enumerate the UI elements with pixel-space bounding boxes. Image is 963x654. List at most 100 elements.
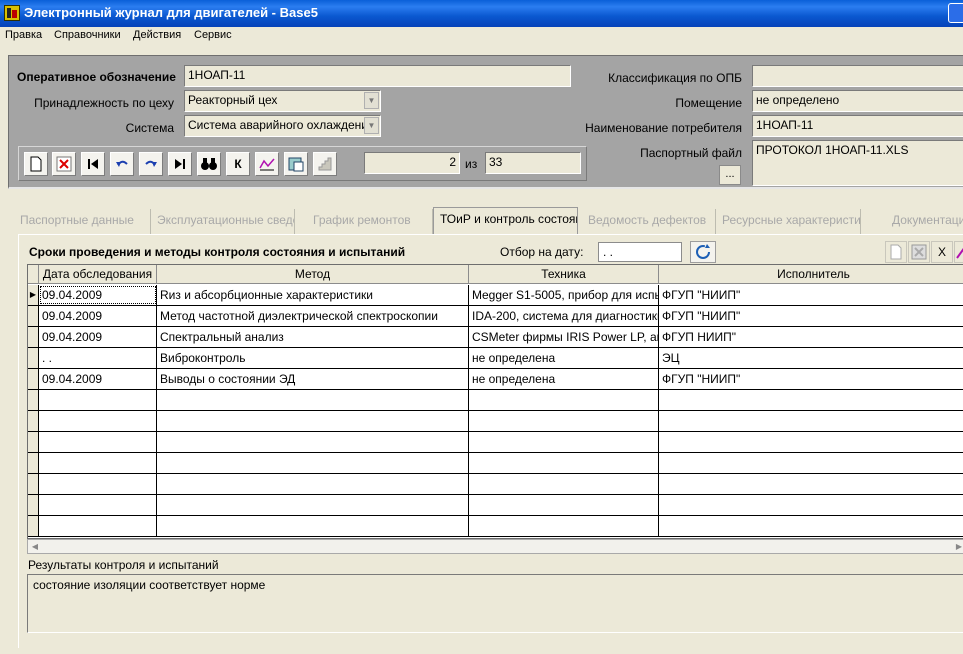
report-icon[interactable]: [284, 152, 308, 176]
new-row-icon[interactable]: [885, 241, 907, 263]
column-header-date[interactable]: Дата обследования: [39, 265, 157, 284]
k-button[interactable]: К: [226, 152, 250, 176]
table-cell[interactable]: 09.04.2009: [39, 285, 157, 305]
table-cell[interactable]: Виброконтроль: [157, 348, 469, 368]
table-cell[interactable]: Rиз и абсорбционные характеристики: [157, 285, 469, 305]
table-cell[interactable]: [39, 390, 157, 410]
menu-service[interactable]: Сервис: [194, 29, 232, 41]
table-cell[interactable]: [659, 453, 963, 473]
table-cell[interactable]: Спектральный анализ: [157, 327, 469, 347]
chart-icon[interactable]: [255, 152, 279, 176]
chevron-down-icon[interactable]: ▼: [364, 117, 379, 134]
row-indicator[interactable]: [28, 516, 39, 536]
menu-references[interactable]: Справочники: [54, 29, 121, 41]
room-field[interactable]: не определено: [752, 90, 963, 112]
table-cell[interactable]: Megger S1-5005, прибор для испытаний: [469, 285, 659, 305]
table-cell[interactable]: [157, 432, 469, 452]
passport-field[interactable]: ПРОТОКОЛ 1НОАП-11.XLS: [752, 140, 963, 186]
tab-operation[interactable]: Эксплуатационные сведения: [151, 209, 295, 234]
designation-field[interactable]: 1НОАП-11: [184, 65, 571, 87]
table-row[interactable]: . . Виброконтроль не определена ЭЦ: [28, 348, 963, 369]
table-cell[interactable]: [659, 474, 963, 494]
column-header-equipment[interactable]: Техника: [469, 265, 659, 284]
close-grid-button[interactable]: X: [931, 241, 953, 263]
table-row[interactable]: [28, 474, 963, 495]
table-cell[interactable]: [39, 453, 157, 473]
tab-repairs[interactable]: График ремонтов: [307, 209, 433, 234]
workshop-combo[interactable]: Реакторный цех ▼: [184, 90, 381, 112]
column-header-executor[interactable]: Исполнитель: [659, 265, 963, 284]
tab-defects[interactable]: Ведомость дефектов: [582, 209, 716, 234]
scroll-right-icon[interactable]: ▶: [952, 540, 963, 553]
table-cell[interactable]: IDA-200, система для диагностики: [469, 306, 659, 326]
table-cell[interactable]: 09.04.2009: [39, 327, 157, 347]
opb-field[interactable]: [752, 65, 963, 87]
table-cell[interactable]: [469, 474, 659, 494]
table-row[interactable]: [28, 516, 963, 537]
table-cell[interactable]: ФГУП "НИИП": [659, 285, 963, 305]
table-cell[interactable]: [659, 495, 963, 515]
new-record-icon[interactable]: [24, 152, 48, 176]
first-record-icon[interactable]: [81, 152, 105, 176]
consumer-field[interactable]: 1НОАП-11: [752, 115, 963, 137]
table-cell[interactable]: не определена: [469, 369, 659, 389]
table-row[interactable]: [28, 432, 963, 453]
row-indicator[interactable]: [28, 411, 39, 431]
table-cell[interactable]: [157, 474, 469, 494]
table-cell[interactable]: [659, 516, 963, 536]
menu-actions[interactable]: Действия: [133, 29, 181, 41]
table-cell[interactable]: ФГУП "НИИП": [659, 306, 963, 326]
refresh-icon[interactable]: [690, 241, 716, 263]
table-cell[interactable]: [39, 516, 157, 536]
table-row[interactable]: [28, 495, 963, 516]
row-indicator[interactable]: [28, 390, 39, 410]
tab-documentation[interactable]: Документация: [886, 209, 963, 234]
record-current-field[interactable]: 2: [364, 152, 460, 174]
row-indicator[interactable]: [28, 306, 39, 326]
column-header-method[interactable]: Метод: [157, 265, 469, 284]
tab-passport[interactable]: Паспортные данные: [14, 209, 151, 234]
table-cell[interactable]: [39, 495, 157, 515]
row-indicator[interactable]: [28, 474, 39, 494]
table-row[interactable]: [28, 390, 963, 411]
horizontal-scrollbar[interactable]: ◀ ▶: [27, 539, 963, 554]
table-row[interactable]: [28, 453, 963, 474]
delete-record-icon[interactable]: [52, 152, 76, 176]
table-cell[interactable]: [157, 516, 469, 536]
table-cell[interactable]: [659, 411, 963, 431]
table-row[interactable]: [28, 411, 963, 432]
row-indicator[interactable]: [28, 432, 39, 452]
table-cell[interactable]: [469, 432, 659, 452]
table-cell[interactable]: [39, 411, 157, 431]
edit-icon[interactable]: [954, 241, 963, 263]
delete-row-icon[interactable]: [908, 241, 930, 263]
table-cell[interactable]: [469, 453, 659, 473]
menu-edit[interactable]: Правка: [5, 29, 42, 41]
table-row[interactable]: 09.04.2009 Спектральный анализ CSMeter фир…: [28, 327, 963, 348]
table-cell[interactable]: [469, 516, 659, 536]
table-cell[interactable]: [39, 432, 157, 452]
table-cell[interactable]: [157, 453, 469, 473]
binoculars-search-icon[interactable]: [197, 152, 221, 176]
table-cell[interactable]: [157, 411, 469, 431]
table-cell[interactable]: [469, 495, 659, 515]
undo-icon[interactable]: [110, 152, 134, 176]
window-control-button[interactable]: [948, 3, 963, 23]
table-cell[interactable]: Выводы о состоянии ЭД: [157, 369, 469, 389]
redo-icon[interactable]: [139, 152, 163, 176]
table-cell[interactable]: ЭЦ: [659, 348, 963, 368]
table-cell[interactable]: [39, 474, 157, 494]
row-indicator[interactable]: [28, 453, 39, 473]
tab-resources[interactable]: Ресурсные характеристики: [716, 209, 861, 234]
table-cell[interactable]: ФГУП НИИП": [659, 327, 963, 347]
last-record-icon[interactable]: [168, 152, 192, 176]
filter-date-input[interactable]: . .: [598, 242, 682, 262]
row-indicator[interactable]: [28, 495, 39, 515]
table-cell[interactable]: [157, 390, 469, 410]
scroll-left-icon[interactable]: ◀: [28, 540, 42, 553]
chevron-down-icon[interactable]: ▼: [364, 92, 379, 109]
table-cell[interactable]: [659, 432, 963, 452]
row-indicator[interactable]: [28, 348, 39, 368]
table-cell[interactable]: [469, 390, 659, 410]
table-cell[interactable]: не определена: [469, 348, 659, 368]
